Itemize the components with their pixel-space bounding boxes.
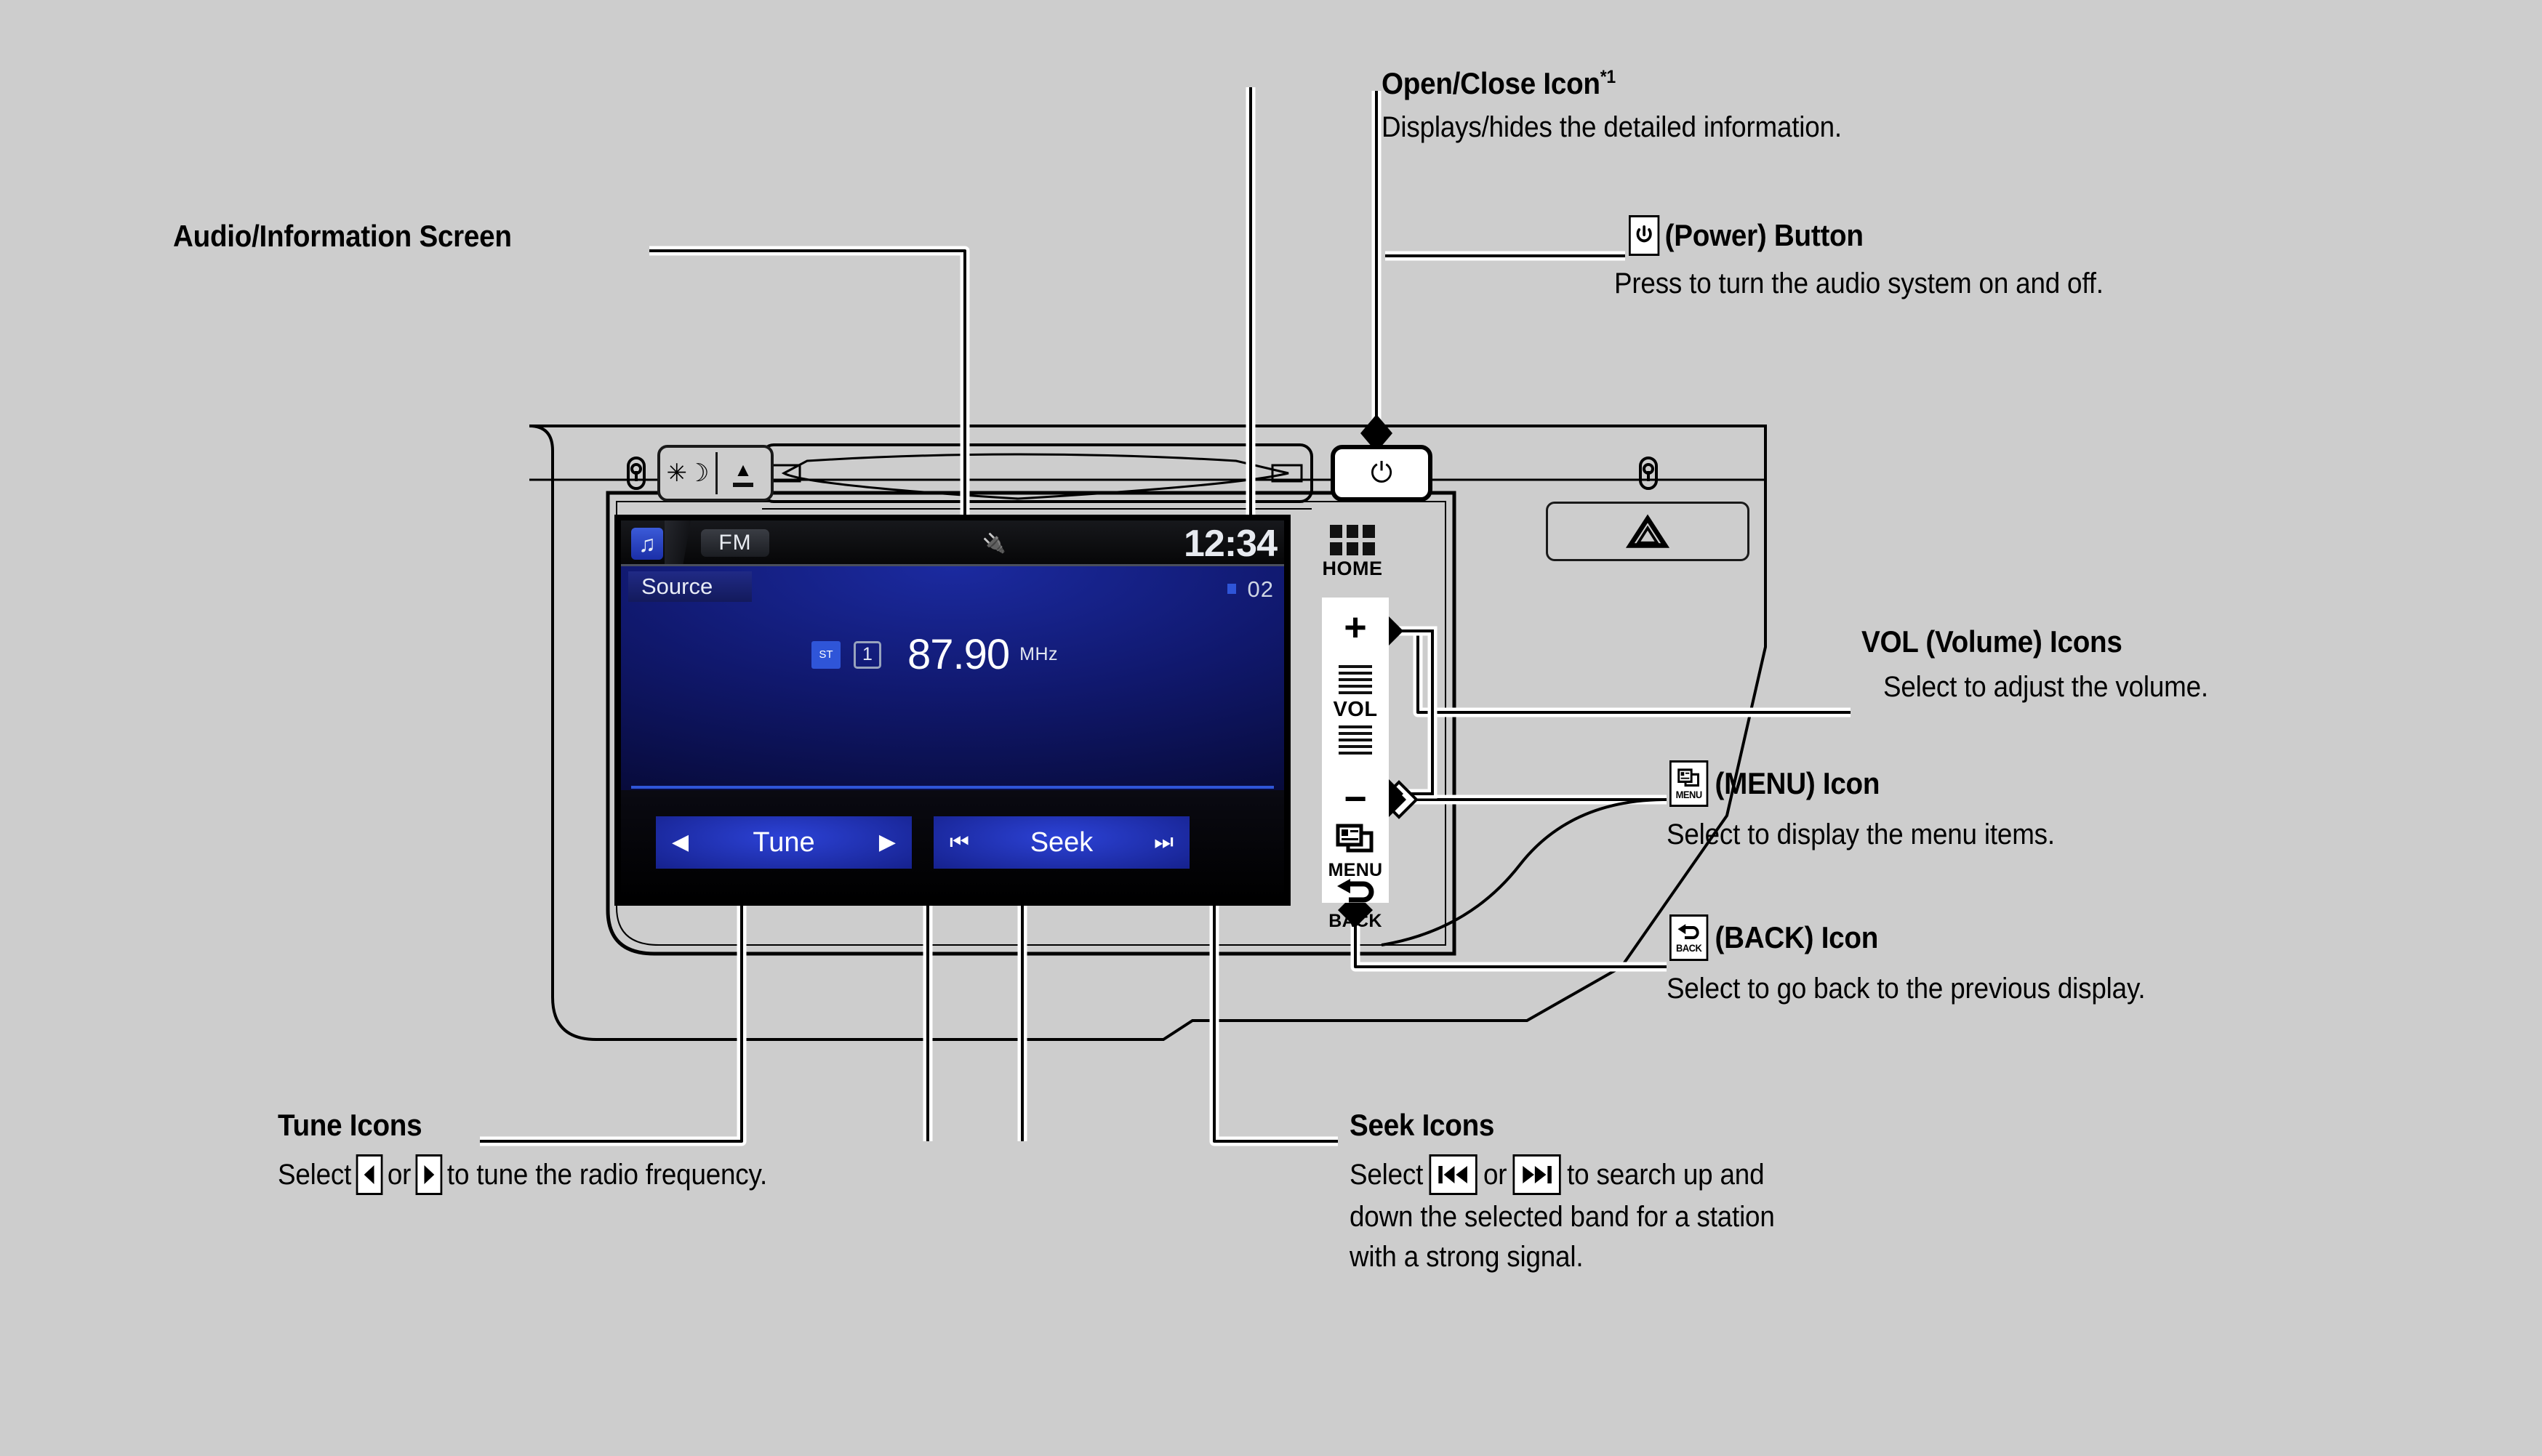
- power-icon: [1629, 215, 1660, 256]
- tune-body-part-2: or: [387, 1158, 412, 1191]
- volume-down-key[interactable]: −: [1322, 779, 1389, 819]
- callout-seek-body-line2: down the selected band for a station: [1350, 1201, 1775, 1234]
- seek-next-icon[interactable]: ⏭: [1154, 832, 1174, 853]
- callout-menu-title: MENU (MENU) Icon: [1669, 760, 2055, 807]
- callout-menu-body: Select to display the menu items.: [1667, 819, 2055, 850]
- frequency-unit: MHz: [1019, 644, 1059, 664]
- callout-open-close: Open/Close Icon*1 Displays/hides the det…: [1382, 67, 1882, 145]
- tune-left-arrow-icon[interactable]: ◀: [672, 832, 689, 853]
- screen-status-bar: ♫ FM 🔌 12:34: [621, 520, 1284, 566]
- callout-back-title: BACK (BACK) Icon: [1669, 914, 2146, 961]
- volume-indicator: VOL: [1322, 661, 1389, 758]
- frequency-value: 87.90: [907, 631, 1010, 678]
- callout-seek-title: Seek Icons: [1350, 1108, 1495, 1142]
- preset-tick: [1227, 584, 1236, 594]
- callout-open-close-title-text: Open/Close Icon: [1382, 66, 1600, 100]
- eject-glyph: ▲: [734, 458, 753, 480]
- tune-body-part-3: to tune the radio frequency.: [446, 1158, 768, 1191]
- menu-key[interactable]: MENU: [1322, 823, 1389, 881]
- power-icon: ⏻: [1370, 457, 1393, 488]
- back-icon-label: BACK: [1675, 942, 1702, 954]
- callout-seek-icons: Seek Icons Select or to search up and do…: [1350, 1109, 1811, 1275]
- seek-body-part-1: Select: [1350, 1158, 1424, 1191]
- volume-bars-lower-icon: [1339, 725, 1372, 755]
- seek-previous-icon[interactable]: ⏮: [950, 832, 969, 853]
- music-note-icon[interactable]: ♫: [631, 528, 663, 560]
- callout-tune-icons: Tune Icons Select or to tune the radio f…: [278, 1108, 810, 1196]
- seek-body-part-2: or: [1483, 1158, 1507, 1191]
- seek-next-icon: [1512, 1154, 1561, 1196]
- callout-vol-body: Select to adjust the volume.: [1883, 671, 2208, 704]
- callout-seek-body-line3: with a strong signal.: [1350, 1241, 1584, 1274]
- usb-icon: 🔌: [982, 532, 1006, 554]
- frequency-readout: ST 1 87.90 MHz: [811, 630, 1058, 679]
- callout-vol-title: VOL (Volume) Icons: [1861, 624, 2122, 659]
- callout-seek-body-line1: Select or to search up and: [1350, 1154, 1775, 1196]
- callout-tune-title: Tune Icons: [278, 1108, 422, 1142]
- callout-audio-screen: Audio/Information Screen: [173, 219, 541, 253]
- callout-vol-icons: VOL (Volume) Icons Select to adjust the …: [1861, 625, 2237, 705]
- brightness-dimmer-icon[interactable]: ✳☽: [660, 448, 715, 499]
- seek-previous-icon: [1429, 1154, 1478, 1196]
- back-icon: BACK: [1669, 914, 1709, 961]
- hazard-warning-icon: [1625, 514, 1670, 548]
- callout-menu-icon: MENU (MENU) Icon Select to display the m…: [1667, 760, 2088, 853]
- power-button[interactable]: ⏻: [1331, 445, 1432, 502]
- callout-power-title: (Power) Button: [1629, 215, 2104, 256]
- callout-open-close-title: Open/Close Icon*1: [1382, 67, 1842, 100]
- minus-icon: −: [1344, 777, 1367, 821]
- manual-diagram-page: F M: [0, 0, 2542, 1456]
- side-key-panel: + VOL − MENU BACK: [1322, 598, 1389, 931]
- callout-tune-body: Select or to tune the radio frequency.: [278, 1154, 768, 1196]
- callout-power-body: Press to turn the audio system on and of…: [1614, 268, 2104, 299]
- left-arrow-icon: [356, 1154, 383, 1196]
- screen-main-panel: Source 02 ST 1 87.90 MHz: [621, 566, 1284, 790]
- right-arrow-icon: [415, 1154, 443, 1196]
- volume-bars-upper-icon: [1339, 665, 1372, 694]
- back-key[interactable]: BACK: [1322, 878, 1389, 932]
- home-key[interactable]: HOME: [1309, 525, 1396, 580]
- source-button[interactable]: Source: [628, 571, 752, 602]
- tune-label: Tune: [753, 826, 815, 858]
- vol-label: VOL: [1333, 698, 1378, 721]
- callout-audio-screen-title: Audio/Information Screen: [173, 219, 512, 253]
- dimmer-eject-button-group[interactable]: ✳☽ ▲: [657, 445, 774, 502]
- tune-right-arrow-icon[interactable]: ▶: [879, 832, 896, 853]
- screen-soft-button-bar: ◀ Tune ▶ ⏮ Seek ⏭: [621, 790, 1284, 900]
- callout-back-title-text: (BACK) Icon: [1715, 920, 1879, 955]
- band-tab-fm[interactable]: FM: [701, 529, 769, 557]
- callout-back-icon: BACK (BACK) Icon Select to go back to th…: [1667, 914, 2187, 1007]
- home-label: HOME: [1322, 558, 1383, 579]
- eject-bar: [733, 482, 753, 487]
- hazard-warning-button[interactable]: [1546, 502, 1749, 561]
- preset-badge: 1: [854, 640, 881, 669]
- clock: 12:34: [1184, 523, 1278, 565]
- back-arrow-icon: [1337, 879, 1374, 903]
- menu-icon: [1336, 824, 1374, 853]
- tune-body-part-1: Select: [278, 1158, 352, 1191]
- tune-button[interactable]: ◀ Tune ▶: [656, 816, 912, 869]
- callout-open-close-body: Displays/hides the detailed information.: [1382, 111, 1842, 144]
- seek-button[interactable]: ⏮ Seek ⏭: [934, 816, 1190, 869]
- home-grid-icon: [1330, 525, 1375, 555]
- stereo-badge: ST: [811, 640, 841, 669]
- volume-up-key[interactable]: +: [1322, 608, 1389, 647]
- seek-body-part-3: to search up and: [1567, 1158, 1765, 1191]
- seek-label: Seek: [1030, 826, 1094, 858]
- back-label: BACK: [1328, 911, 1382, 931]
- eject-icon[interactable]: ▲: [715, 448, 771, 499]
- audio-information-screen[interactable]: ♫ FM 🔌 12:34 Source 02 ST 1 87.90 MHz ◀ …: [621, 520, 1284, 900]
- menu-icon-label: MENU: [1675, 789, 1703, 800]
- callout-power-title-text: (Power) Button: [1664, 218, 1864, 253]
- callout-back-body: Select to go back to the previous displa…: [1667, 973, 2146, 1005]
- panel-underline: [631, 786, 1274, 789]
- footnote-marker: *1: [1600, 67, 1616, 87]
- callout-menu-title-text: (MENU) Icon: [1715, 766, 1880, 801]
- callout-power-button: (Power) Button Press to turn the audio s…: [1614, 215, 2146, 302]
- menu-icon: MENU: [1669, 760, 1709, 807]
- tab-separator: [665, 520, 691, 566]
- plus-icon: +: [1344, 606, 1367, 649]
- preset-number: 02: [1247, 576, 1274, 602]
